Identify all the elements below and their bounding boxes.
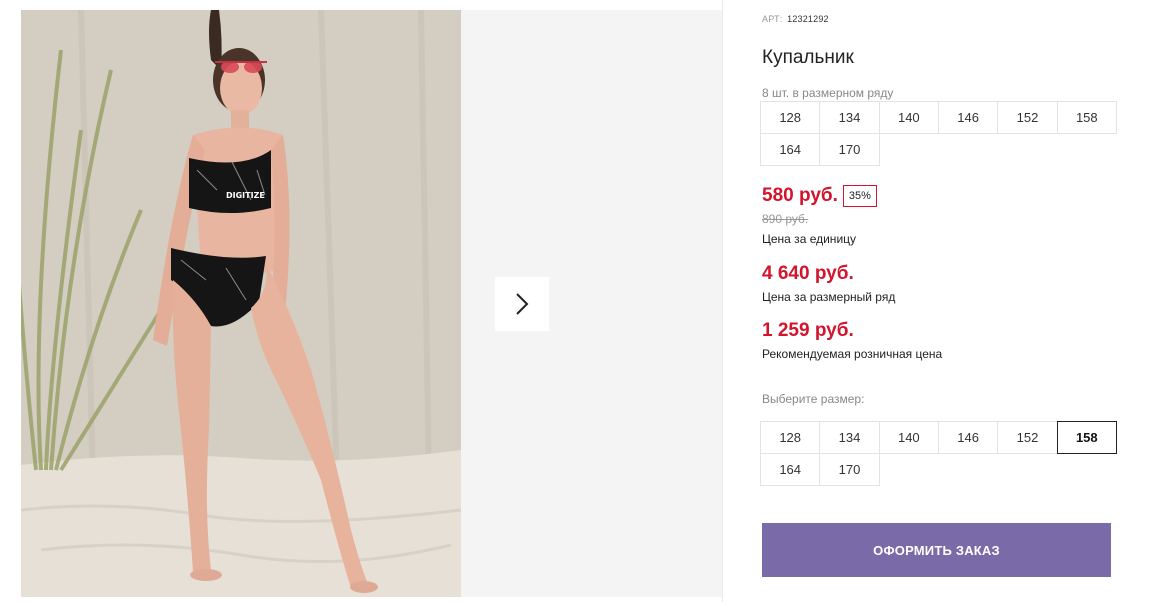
retail-price-caption: Рекомендуемая розничная цена — [762, 347, 943, 361]
chevron-right-icon — [516, 293, 529, 315]
article-number: АРТ: 12321292 — [762, 14, 829, 24]
size-range-note: 8 шт. в размерном ряду — [762, 86, 894, 100]
unit-price-caption: Цена за единицу — [762, 232, 857, 246]
size-range-grid: 128 134 140 146 152 158 164 170 — [760, 101, 1117, 166]
gallery-next-button[interactable] — [495, 277, 549, 331]
range-size-cell: 128 — [760, 101, 821, 134]
product-title: Купальник — [762, 47, 854, 68]
size-option[interactable]: 128 — [760, 421, 821, 454]
product-gallery: DIGITIZE — [21, 10, 722, 597]
retail-price: 1 259 руб. — [762, 320, 854, 341]
print-text: DIGITIZE — [226, 191, 265, 200]
product-photo: DIGITIZE — [21, 10, 461, 597]
choose-size-label: Выберите размер: — [762, 392, 865, 406]
discount-badge: 35% — [842, 185, 877, 207]
unit-price-row: 580 руб. 35% — [762, 185, 877, 207]
panel-divider — [722, 0, 723, 602]
range-size-cell: 158 — [1056, 101, 1117, 134]
old-price: 890 руб. — [762, 212, 809, 226]
size-option[interactable]: 170 — [819, 453, 880, 486]
size-option[interactable]: 158 — [1056, 421, 1117, 454]
article-value: 12321292 — [787, 14, 829, 24]
article-label: АРТ: — [762, 14, 783, 24]
range-size-cell: 170 — [819, 133, 880, 166]
range-price-caption: Цена за размерный ряд — [762, 290, 896, 304]
size-option[interactable]: 152 — [997, 421, 1058, 454]
range-size-cell: 146 — [937, 101, 999, 134]
range-size-cell: 152 — [997, 101, 1058, 134]
range-price: 4 640 руб. — [762, 263, 854, 284]
range-size-cell: 140 — [878, 101, 939, 134]
size-option[interactable]: 164 — [760, 453, 821, 486]
size-selector: 128 134 140 146 152 158 164 170 — [760, 421, 1117, 486]
size-option[interactable]: 134 — [819, 421, 880, 454]
order-button[interactable]: ОФОРМИТЬ ЗАКАЗ — [762, 523, 1111, 577]
unit-price: 580 руб. — [762, 185, 838, 206]
size-option[interactable]: 140 — [878, 421, 939, 454]
range-size-cell: 134 — [819, 101, 880, 134]
range-size-cell: 164 — [760, 133, 821, 166]
size-option[interactable]: 146 — [937, 421, 999, 454]
